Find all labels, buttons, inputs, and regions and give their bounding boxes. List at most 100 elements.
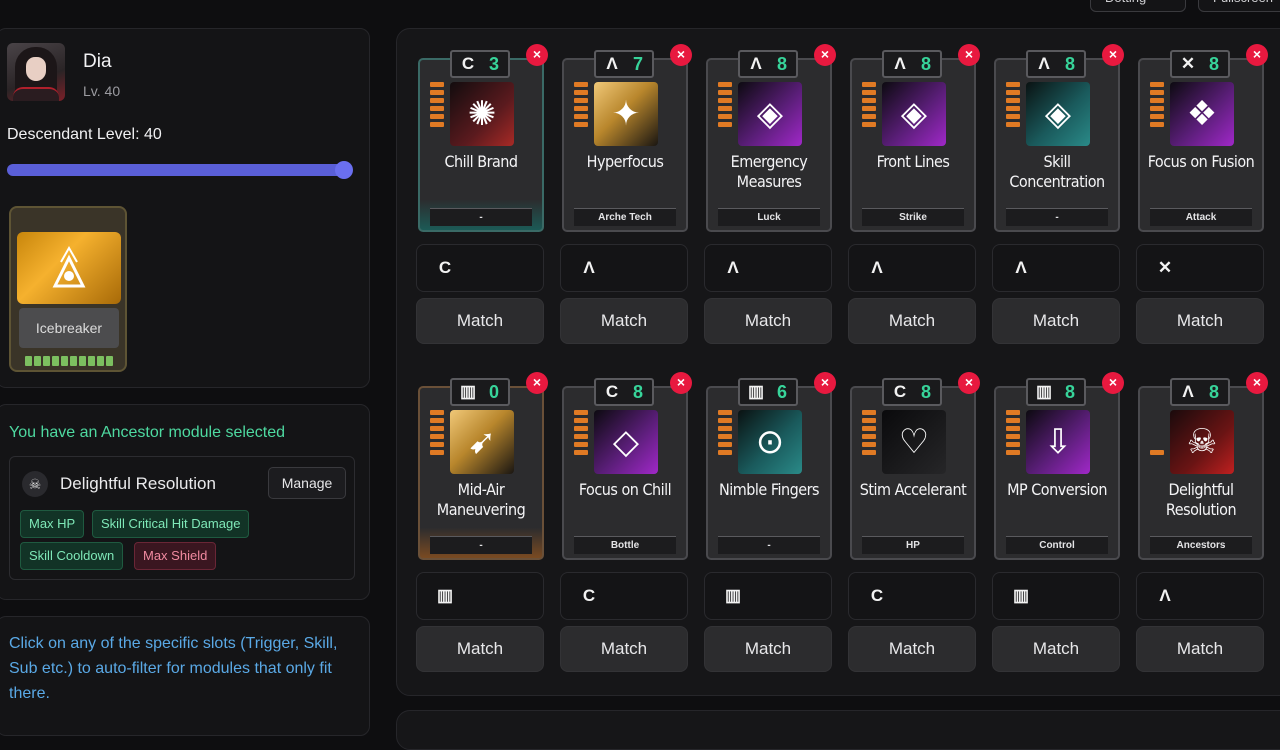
module-capacity: 8 [1208, 382, 1219, 402]
match-button[interactable]: Match [848, 626, 976, 672]
module-card[interactable]: ✕ 8 × ❖ Focus on Fusion Attack [1138, 44, 1268, 232]
crescent-icon: C [438, 258, 452, 277]
module-name: MP Conversion [1007, 480, 1107, 499]
remove-module-icon[interactable]: × [814, 372, 836, 394]
stripes-icon: ▥ [1012, 586, 1030, 605]
remove-module-icon[interactable]: × [526, 44, 548, 66]
module-capacity: 6 [776, 382, 787, 402]
module-card[interactable]: ▥ 6 × ⊙ Nimble Fingers - [706, 372, 836, 560]
cross-icon: ✕ [1180, 54, 1196, 73]
remove-module-icon[interactable]: × [1246, 44, 1268, 66]
ancestor-module-box: ☠ Delightful Resolution Manage Max HP Sk… [9, 456, 355, 580]
level-slider-track[interactable] [7, 164, 349, 176]
module-card[interactable]: Λ 7 × ✦ Hyperfocus Arche Tech [562, 44, 692, 232]
match-button[interactable]: Match [416, 626, 544, 672]
socket-slot[interactable]: ✕ [1136, 244, 1264, 292]
module-emblem-icon: ◈ [756, 95, 784, 133]
remove-module-icon[interactable]: × [1102, 44, 1124, 66]
socket-slot[interactable]: Λ [1136, 572, 1264, 620]
socket-slot[interactable]: ▥ [992, 572, 1120, 620]
match-button[interactable]: Match [1136, 298, 1264, 344]
module-card[interactable]: Λ 8 × ◈ Emergency Measures Luck [706, 44, 836, 232]
socket-slot[interactable]: C [416, 244, 544, 292]
module-capacity-box: ✕ 8 [1170, 50, 1230, 78]
match-button[interactable]: Match [704, 626, 832, 672]
module-level-bars [1006, 82, 1020, 142]
module-card[interactable]: Λ 8 × ☠ Delightful Resolution Ancestors [1138, 372, 1268, 560]
match-button[interactable]: Match [992, 626, 1120, 672]
remove-module-icon[interactable]: × [1102, 372, 1124, 394]
module-capacity-box: ▥ 8 [1026, 378, 1086, 406]
module-category: Ancestors [1150, 536, 1252, 554]
match-button[interactable]: Match [848, 298, 976, 344]
crescent-icon: C [582, 586, 596, 605]
module-card[interactable]: Λ 8 × ◈ Skill Concentration - [994, 44, 1124, 232]
stat-tag: Max HP [20, 510, 85, 538]
socket-slot[interactable]: Λ [704, 244, 832, 292]
ancestor-module-card[interactable]: Icebreaker [9, 206, 127, 372]
match-button[interactable]: Match [560, 626, 688, 672]
remove-module-icon[interactable]: × [526, 372, 548, 394]
module-name: Hyperfocus [586, 152, 664, 171]
module-card[interactable]: C 3 × ✺ Chill Brand - [418, 44, 548, 232]
module-level-bars [574, 410, 588, 470]
descendant-avatar[interactable] [7, 43, 65, 101]
module-name: Focus on Fusion [1147, 152, 1255, 171]
module-capacity: 8 [920, 54, 931, 74]
remove-module-icon[interactable]: × [670, 44, 692, 66]
module-emblem-icon: ❖ [1186, 95, 1218, 133]
socket-slot[interactable]: Λ [992, 244, 1120, 292]
stripes-icon: ▥ [459, 382, 477, 401]
module-emblem-icon: ◇ [612, 423, 640, 461]
module-card[interactable]: ▥ 0 × ➹ Mid-Air Maneuvering - [418, 372, 548, 560]
module-capacity-box: Λ8 [738, 50, 798, 78]
stat-tag: Skill Cooldown [20, 542, 124, 570]
descendant-level: Lv. 40 [83, 83, 121, 99]
ancestor-module-label: Icebreaker [19, 308, 119, 348]
module-category: Attack [1150, 208, 1252, 226]
level-slider-thumb[interactable] [335, 161, 353, 179]
socket-slot[interactable]: Λ [560, 244, 688, 292]
module-card[interactable]: C 8 × ♡ Stim Accelerant HP [850, 372, 980, 560]
module-emblem-icon: ◈ [900, 95, 928, 133]
match-button[interactable]: Match [992, 298, 1120, 344]
remove-module-icon[interactable]: × [1246, 372, 1268, 394]
module-category: Bottle [574, 536, 676, 554]
manage-button[interactable]: Manage [268, 467, 346, 499]
module-card[interactable]: C 8 × ◇ Focus on Chill Bottle [562, 372, 692, 560]
module-capacity-box: ▥ 0 [450, 378, 510, 406]
remove-module-icon[interactable]: × [814, 44, 836, 66]
socket-slot[interactable]: ▥ [704, 572, 832, 620]
socket-slot[interactable]: Λ [848, 244, 976, 292]
dotting-button[interactable]: Dotting [1090, 0, 1186, 12]
module-capacity-box: Λ8 [882, 50, 942, 78]
module-category: - [430, 536, 532, 554]
socket-slot[interactable]: C [560, 572, 688, 620]
remove-module-icon[interactable]: × [670, 372, 692, 394]
module-capacity: 8 [1064, 54, 1075, 74]
module-capacity: 8 [776, 54, 787, 74]
match-button[interactable]: Match [416, 298, 544, 344]
match-button[interactable]: Match [704, 298, 832, 344]
module-card[interactable]: ▥ 8 × ⇩ MP Conversion Control [994, 372, 1124, 560]
socket-slot[interactable]: C [848, 572, 976, 620]
module-level-bars [430, 82, 444, 142]
module-name: Nimble Fingers [718, 480, 820, 499]
module-category: Luck [718, 208, 820, 226]
module-emblem-icon: ⇩ [1043, 423, 1073, 461]
module-level-bars [718, 410, 732, 470]
socket-slot[interactable]: ▥ [416, 572, 544, 620]
module-capacity: 8 [920, 382, 931, 402]
fullscreen-button[interactable]: Fullscreen [1198, 0, 1280, 12]
remove-module-icon[interactable]: × [958, 372, 980, 394]
module-level-bars [1150, 82, 1164, 142]
module-card[interactable]: Λ 8 × ◈ Front Lines Strike [850, 44, 980, 232]
match-button[interactable]: Match [560, 298, 688, 344]
module-level-bars [718, 82, 732, 142]
crescent-icon: C [870, 586, 884, 605]
remove-module-icon[interactable]: × [958, 44, 980, 66]
module-capacity-box: Λ7 [594, 50, 654, 78]
module-capacity: 3 [488, 54, 499, 74]
match-button[interactable]: Match [1136, 626, 1264, 672]
module-emblem-icon: ✦ [611, 95, 641, 133]
